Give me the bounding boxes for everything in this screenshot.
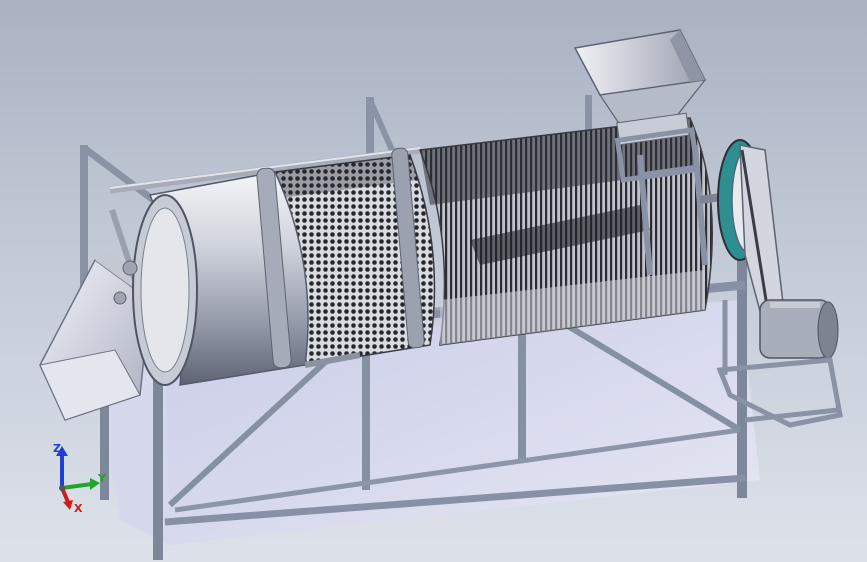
bar-screen-section[interactable]: [418, 117, 713, 346]
coordinate-triad: Z Y X: [40, 440, 120, 520]
machine-model[interactable]: [0, 0, 867, 562]
y-axis-arrow: [61, 482, 93, 490]
triad-icon: Z Y X: [53, 442, 107, 515]
cad-viewport[interactable]: Z Y X: [0, 0, 867, 562]
y-axis-label: Y: [97, 472, 107, 485]
x-axis-label: X: [74, 502, 83, 515]
z-axis-label: Z: [53, 442, 61, 455]
bearing: [122, 260, 138, 276]
frame-rail: [81, 145, 163, 208]
bearing: [113, 291, 127, 305]
